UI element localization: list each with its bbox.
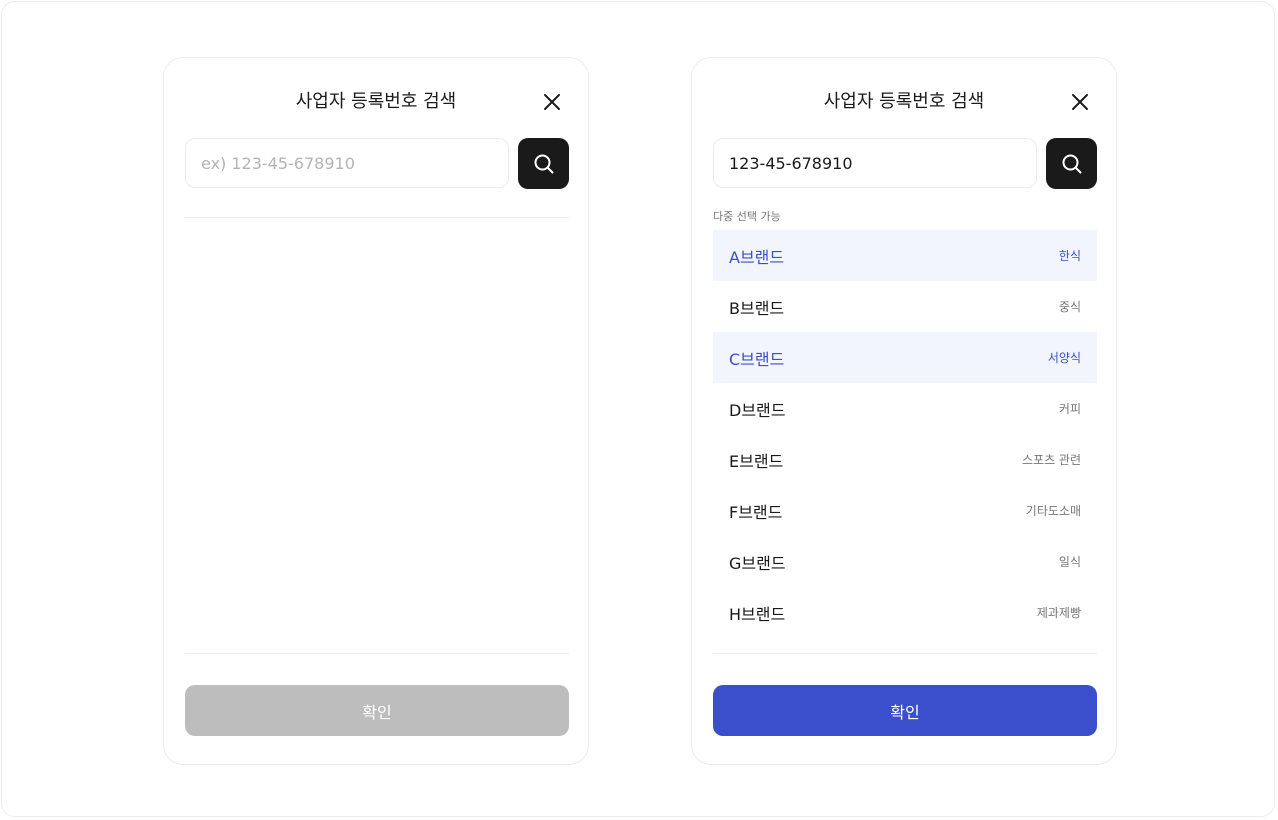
brand-name: A브랜드 bbox=[729, 247, 785, 267]
brand-category: 중식 bbox=[1058, 300, 1081, 314]
multi-select-hint: 다중 선택 가능 bbox=[713, 210, 781, 223]
business-number-input[interactable] bbox=[185, 138, 509, 188]
close-button[interactable] bbox=[542, 92, 562, 112]
brand-list-item[interactable]: H브랜드 제과제빵 bbox=[713, 587, 1097, 638]
brand-list-item[interactable]: E브랜드 스포츠 관련 bbox=[713, 434, 1097, 485]
close-icon bbox=[1072, 94, 1088, 110]
divider bbox=[185, 653, 569, 654]
search-button[interactable] bbox=[518, 138, 569, 189]
brand-list-item[interactable]: C브랜드 서양식 bbox=[713, 332, 1097, 383]
modal-title: 사업자 등록번호 검색 bbox=[295, 91, 457, 112]
brand-name: H브랜드 bbox=[729, 604, 786, 624]
brand-list-item[interactable]: F브랜드 기타도소매 bbox=[713, 485, 1097, 536]
confirm-button[interactable]: 확인 bbox=[713, 685, 1097, 736]
brand-list[interactable]: A브랜드 한식 B브랜드 중식 C브랜드 서양식 D브랜드 커피 E브랜드 스포츠 관련 F브랜드 기… bbox=[713, 230, 1097, 653]
brand-category: 스포츠 관련 bbox=[1021, 453, 1081, 467]
brand-list-item[interactable]: D브랜드 커피 bbox=[713, 383, 1097, 434]
confirm-button-disabled[interactable]: 확인 bbox=[185, 685, 569, 736]
brand-list-item[interactable]: B브랜드 중식 bbox=[713, 281, 1097, 332]
brand-name: D브랜드 bbox=[729, 400, 786, 420]
brand-name: E브랜드 bbox=[729, 451, 784, 471]
modal-title: 사업자 등록번호 검색 bbox=[823, 91, 985, 112]
brand-name: G브랜드 bbox=[729, 553, 786, 573]
brand-name: F브랜드 bbox=[729, 502, 783, 522]
close-icon bbox=[544, 94, 560, 110]
search-button[interactable] bbox=[1046, 138, 1097, 189]
canvas-frame: 사업자 등록번호 검색 확인 사업자 등록번호 검색 bbox=[1, 1, 1275, 817]
confirm-label: 확인 bbox=[890, 702, 920, 722]
brand-category: 서양식 bbox=[1047, 351, 1081, 365]
brand-list-item[interactable]: I브랜드편의점 bbox=[713, 638, 1097, 653]
search-modal-empty: 사업자 등록번호 검색 확인 bbox=[163, 57, 589, 765]
brand-category: 한식 bbox=[1058, 249, 1081, 263]
close-button[interactable] bbox=[1070, 92, 1090, 112]
search-modal-results: 사업자 등록번호 검색 다중 선택 가능 A브랜드 한식 B브랜드 중식 C브랜드 서양식… bbox=[691, 57, 1117, 765]
brand-list-item[interactable]: G브랜드 일식 bbox=[713, 536, 1097, 587]
divider bbox=[185, 217, 569, 218]
brand-category: 일식 bbox=[1058, 555, 1081, 569]
search-icon bbox=[1062, 154, 1081, 173]
brand-name: C브랜드 bbox=[729, 349, 785, 369]
business-number-input[interactable] bbox=[713, 138, 1037, 188]
brand-list-item[interactable]: A브랜드 한식 bbox=[713, 230, 1097, 281]
brand-category: 커피 bbox=[1058, 402, 1081, 416]
brand-category: 기타도소매 bbox=[1025, 504, 1081, 518]
brand-name: B브랜드 bbox=[729, 298, 785, 318]
search-icon bbox=[534, 154, 553, 173]
confirm-label: 확인 bbox=[362, 702, 392, 722]
divider bbox=[713, 653, 1097, 654]
brand-category: 제과제빵 bbox=[1036, 606, 1081, 620]
